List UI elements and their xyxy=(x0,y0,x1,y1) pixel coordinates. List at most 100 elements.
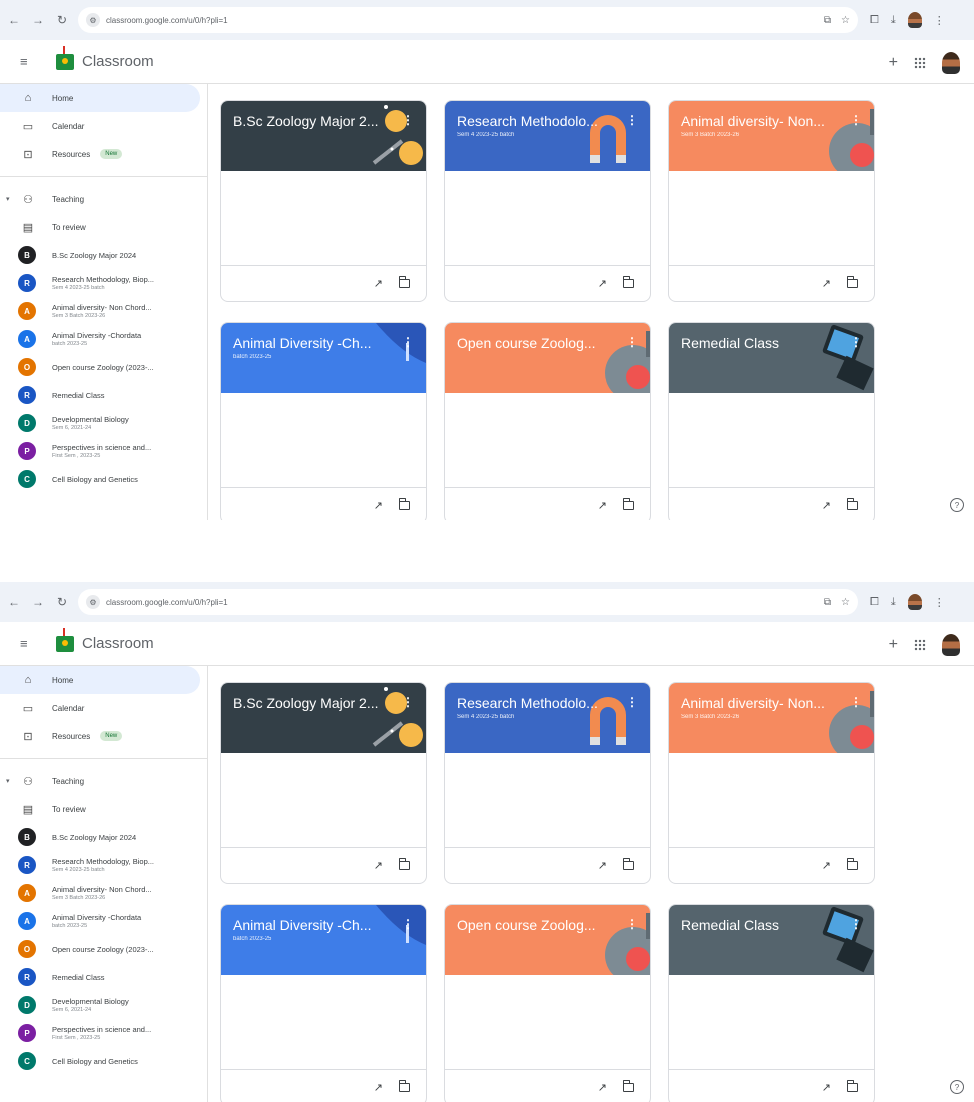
add-class-icon[interactable]: + xyxy=(889,54,898,72)
sidebar-course-item[interactable]: B B.Sc Zoology Major 2024 xyxy=(0,241,207,269)
class-card[interactable]: Animal Diversity -Ch... batch 2023-25 ⋮ ↗ xyxy=(220,322,427,520)
card-banner[interactable]: Research Methodolo... Sem 4 2023-25 batch… xyxy=(445,101,650,171)
hamburger-menu-icon[interactable]: ≡ xyxy=(20,636,34,651)
reload-button[interactable]: ↻ xyxy=(52,10,72,30)
folder-icon[interactable] xyxy=(622,498,634,510)
app-name[interactable]: Classroom xyxy=(82,635,154,652)
sidebar-item-calendar[interactable]: ▭ Calendar xyxy=(0,112,207,140)
card-banner[interactable]: Open course Zoolog... ⋮ xyxy=(445,905,650,975)
forward-button[interactable]: → xyxy=(28,10,48,30)
class-card[interactable]: Research Methodolo... Sem 4 2023-25 batch… xyxy=(444,100,651,302)
sidebar-course-item[interactable]: R Research Methodology, Biop... Sem 4 2023… xyxy=(0,269,207,297)
sidebar-item-resources[interactable]: ⊡ Resources New xyxy=(0,140,207,168)
sidebar-course-item[interactable]: A Animal Diversity -Chordata batch 2023-25 xyxy=(0,325,207,353)
site-settings-icon[interactable]: ⚙ xyxy=(86,13,100,27)
more-options-icon[interactable]: ⋮ xyxy=(626,917,638,931)
folder-icon[interactable] xyxy=(622,276,634,288)
folder-icon[interactable] xyxy=(622,858,634,870)
help-icon[interactable]: ? xyxy=(950,498,964,512)
sidebar-item-home[interactable]: ⌂ Home xyxy=(0,84,200,112)
trending-icon[interactable]: ↗ xyxy=(374,277,383,290)
sidebar-course-item[interactable]: A Animal diversity- Non Chord... Sem 3 Bat… xyxy=(0,879,207,907)
star-icon[interactable]: ☆ xyxy=(841,597,850,608)
sidebar-course-item[interactable]: O Open course Zoology (2023-... xyxy=(0,935,207,963)
sidebar-course-item[interactable]: R Remedial Class xyxy=(0,963,207,991)
trending-icon[interactable]: ↗ xyxy=(598,499,607,512)
google-apps-icon[interactable] xyxy=(914,57,926,69)
card-title[interactable]: B.Sc Zoology Major 2... xyxy=(233,113,414,129)
trending-icon[interactable]: ↗ xyxy=(822,1081,831,1094)
card-title[interactable]: Remedial Class xyxy=(681,335,862,351)
classroom-logo-icon[interactable] xyxy=(56,45,74,70)
class-card[interactable]: Animal Diversity -Ch... batch 2023-25 ⋮ ↗ xyxy=(220,904,427,1102)
menu-icon[interactable]: ⋮ xyxy=(934,14,945,27)
trending-icon[interactable]: ↗ xyxy=(374,859,383,872)
card-title[interactable]: Animal diversity- Non... xyxy=(681,113,862,129)
sidebar-item-teaching[interactable]: ▾ ⚇ Teaching xyxy=(0,185,207,213)
class-card[interactable]: Remedial Class ⋮ ↗ xyxy=(668,904,875,1102)
sidebar-item-resources[interactable]: ⊡ Resources New xyxy=(0,722,207,750)
google-apps-icon[interactable] xyxy=(914,639,926,651)
folder-icon[interactable] xyxy=(846,858,858,870)
card-title[interactable]: Open course Zoolog... xyxy=(457,335,638,351)
sidebar-course-item[interactable]: D Developmental Biology Sem 6, 2021-24 xyxy=(0,991,207,1019)
more-options-icon[interactable]: ⋮ xyxy=(402,335,414,349)
folder-icon[interactable] xyxy=(398,1080,410,1092)
sidebar-item-to-review[interactable]: ▤ To review xyxy=(0,795,207,823)
sidebar-course-item[interactable]: C Cell Biology and Genetics xyxy=(0,465,207,493)
more-options-icon[interactable]: ⋮ xyxy=(402,695,414,709)
card-banner[interactable]: Animal Diversity -Ch... batch 2023-25 ⋮ xyxy=(221,323,426,393)
more-options-icon[interactable]: ⋮ xyxy=(402,113,414,127)
folder-icon[interactable] xyxy=(846,276,858,288)
folder-icon[interactable] xyxy=(622,1080,634,1092)
class-card[interactable]: Animal diversity- Non... Sem 3 Batch 2023… xyxy=(668,100,875,302)
caret-down-icon[interactable]: ▾ xyxy=(6,777,10,785)
sidebar-item-calendar[interactable]: ▭ Calendar xyxy=(0,694,207,722)
forward-button[interactable]: → xyxy=(28,592,48,612)
sidebar-course-item[interactable]: P Perspectives in science and... First Sem… xyxy=(0,1019,207,1047)
class-card[interactable]: Open course Zoolog... ⋮ ↗ xyxy=(444,322,651,520)
sidebar-course-item[interactable]: D Developmental Biology Sem 6, 2021-24 xyxy=(0,409,207,437)
trending-icon[interactable]: ↗ xyxy=(822,499,831,512)
card-title[interactable]: B.Sc Zoology Major 2... xyxy=(233,695,414,711)
profile-icon[interactable] xyxy=(907,594,922,610)
more-options-icon[interactable]: ⋮ xyxy=(850,695,862,709)
account-avatar[interactable] xyxy=(942,52,960,74)
sidebar-item-home[interactable]: ⌂ Home xyxy=(0,666,200,694)
sidebar-course-item[interactable]: R Remedial Class xyxy=(0,381,207,409)
card-title[interactable]: Animal Diversity -Ch... xyxy=(233,917,414,933)
class-card[interactable]: Animal diversity- Non... Sem 3 Batch 2023… xyxy=(668,682,875,884)
more-options-icon[interactable]: ⋮ xyxy=(626,335,638,349)
menu-icon[interactable]: ⋮ xyxy=(934,596,945,609)
trending-icon[interactable]: ↗ xyxy=(822,277,831,290)
reload-button[interactable]: ↻ xyxy=(52,592,72,612)
card-banner[interactable]: Open course Zoolog... ⋮ xyxy=(445,323,650,393)
card-title[interactable]: Research Methodolo... xyxy=(457,695,638,711)
class-card[interactable]: Research Methodolo... Sem 4 2023-25 batch… xyxy=(444,682,651,884)
card-banner[interactable]: B.Sc Zoology Major 2... ⋮ xyxy=(221,683,426,753)
more-options-icon[interactable]: ⋮ xyxy=(850,113,862,127)
sidebar-item-to-review[interactable]: ▤ To review xyxy=(0,213,207,241)
back-button[interactable]: ← xyxy=(4,592,24,612)
folder-icon[interactable] xyxy=(398,498,410,510)
card-title[interactable]: Animal Diversity -Ch... xyxy=(233,335,414,351)
card-banner[interactable]: Animal diversity- Non... Sem 3 Batch 2023… xyxy=(669,683,874,753)
sidebar-course-item[interactable]: O Open course Zoology (2023-... xyxy=(0,353,207,381)
profile-icon[interactable] xyxy=(907,12,922,28)
sidebar-course-item[interactable]: B B.Sc Zoology Major 2024 xyxy=(0,823,207,851)
address-bar[interactable]: ⚙ classroom.google.com/u/0/h?pli=1 ⧉ ☆ xyxy=(78,7,858,33)
card-banner[interactable]: Animal Diversity -Ch... batch 2023-25 ⋮ xyxy=(221,905,426,975)
card-title[interactable]: Open course Zoolog... xyxy=(457,917,638,933)
more-options-icon[interactable]: ⋮ xyxy=(850,335,862,349)
card-banner[interactable]: Animal diversity- Non... Sem 3 Batch 2023… xyxy=(669,101,874,171)
trending-icon[interactable]: ↗ xyxy=(822,859,831,872)
card-banner[interactable]: Research Methodolo... Sem 4 2023-25 batch… xyxy=(445,683,650,753)
sidebar-course-item[interactable]: R Research Methodology, Biop... Sem 4 2023… xyxy=(0,851,207,879)
card-title[interactable]: Remedial Class xyxy=(681,917,862,933)
trending-icon[interactable]: ↗ xyxy=(598,859,607,872)
card-banner[interactable]: B.Sc Zoology Major 2... ⋮ xyxy=(221,101,426,171)
cast-icon[interactable]: ⧉ xyxy=(824,15,831,26)
folder-icon[interactable] xyxy=(846,498,858,510)
class-card[interactable]: Open course Zoolog... ⋮ ↗ xyxy=(444,904,651,1102)
site-settings-icon[interactable]: ⚙ xyxy=(86,595,100,609)
